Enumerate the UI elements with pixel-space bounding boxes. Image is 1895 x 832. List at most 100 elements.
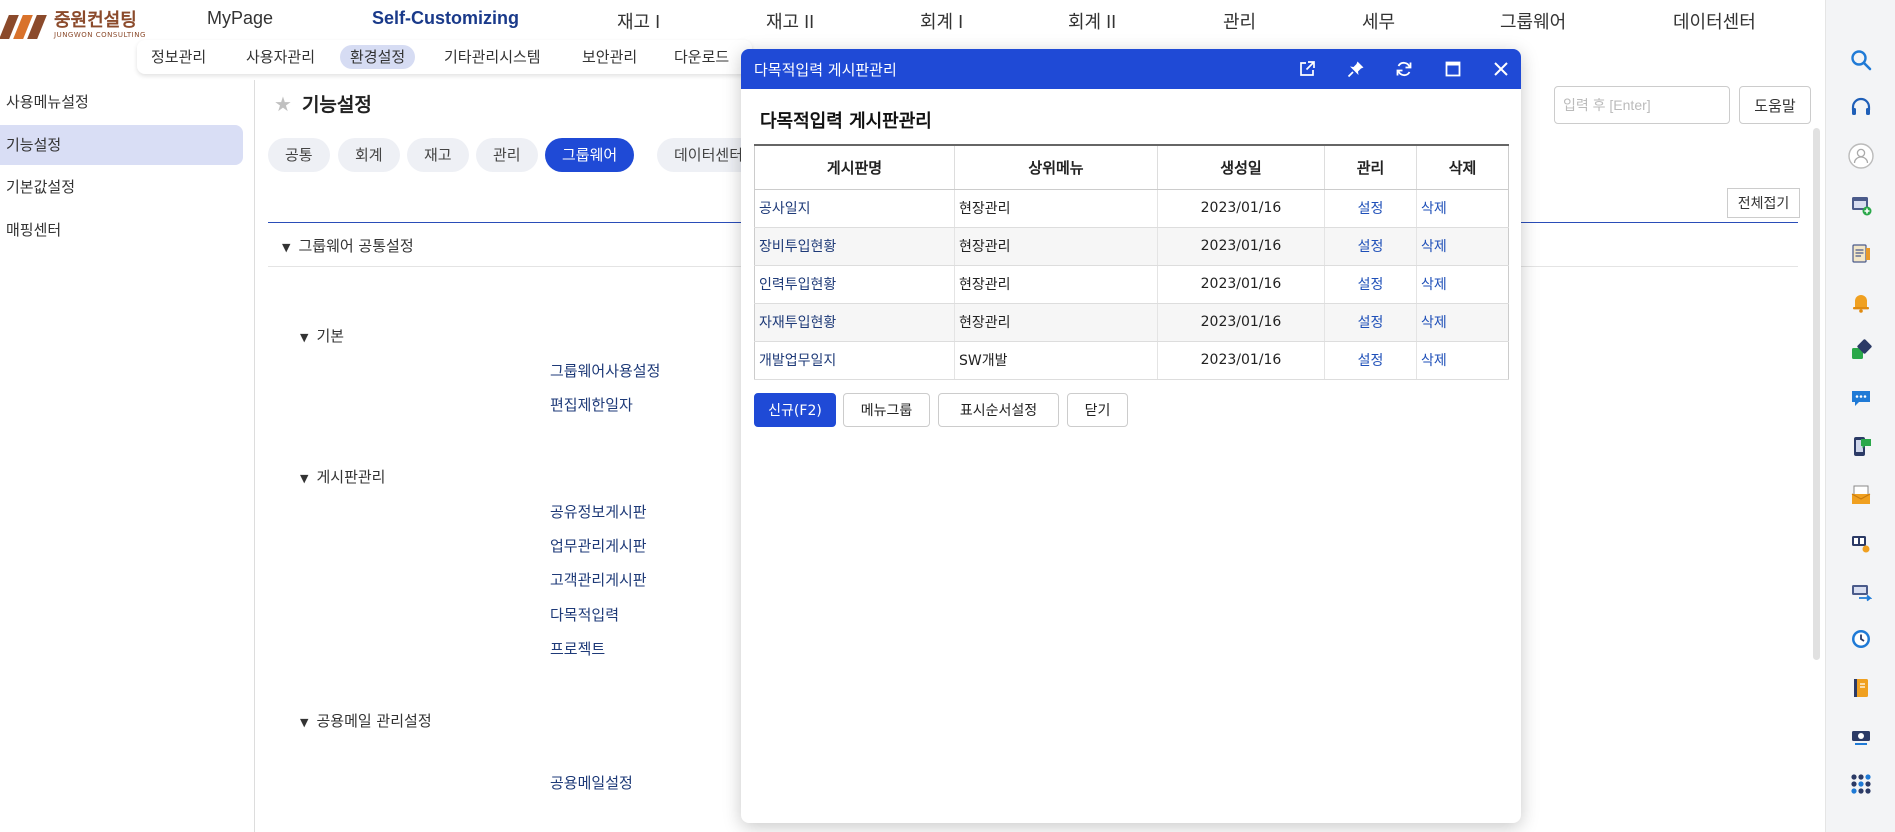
settings-link[interactable]: 설정	[1324, 341, 1417, 380]
table-row[interactable]: 장비투입현황 현장관리 2023/01/16 설정 삭제	[754, 227, 1509, 266]
tab-accounting[interactable]: 회계	[338, 138, 400, 172]
subnav-environment-settings[interactable]: 환경설정	[340, 45, 416, 69]
link-groupware-usage-settings[interactable]: 그룹웨어사용설정	[550, 360, 660, 381]
group-header-board-management[interactable]: ▼ 게시판관리	[300, 466, 385, 487]
apps-grid-icon[interactable]	[1848, 771, 1874, 797]
link-edit-restriction-date[interactable]: 편집제한일자	[550, 394, 633, 415]
transfer-icon[interactable]	[1848, 578, 1874, 604]
settings-link[interactable]: 설정	[1324, 189, 1417, 228]
subnav-security-management[interactable]: 보안관리	[572, 45, 647, 69]
mail-tray-icon[interactable]	[1848, 482, 1874, 508]
delete-link[interactable]: 삭제	[1416, 227, 1509, 266]
table-row[interactable]: 개발업무일지 SW개발 2023/01/16 설정 삭제	[754, 341, 1509, 380]
topnav-mypage[interactable]: MyPage	[207, 8, 273, 29]
search-icon[interactable]	[1848, 47, 1874, 73]
left-sidebar: 사용메뉴설정 기능설정 기본값설정 매핑센터	[0, 80, 255, 832]
close-button[interactable]: 닫기	[1067, 393, 1128, 427]
link-project[interactable]: 프로젝트	[550, 638, 605, 659]
favorite-star-icon[interactable]: ★	[274, 92, 292, 116]
refresh-icon[interactable]	[1392, 57, 1416, 81]
topnav-inventory-1[interactable]: 재고 I	[617, 8, 660, 34]
table-row[interactable]: 자재투입현황 현장관리 2023/01/16 설정 삭제	[754, 303, 1509, 342]
group-header-basic[interactable]: ▼ 기본	[300, 325, 344, 346]
delete-link[interactable]: 삭제	[1416, 189, 1509, 228]
settings-link[interactable]: 설정	[1324, 303, 1417, 342]
bell-icon[interactable]	[1848, 289, 1874, 315]
link-shared-mail-settings[interactable]: 공용메일설정	[550, 772, 633, 793]
notepad-icon[interactable]	[1848, 240, 1874, 266]
section-title: 그룹웨어 공통설정	[298, 237, 414, 255]
section-header[interactable]: ▼ 그룹웨어 공통설정	[282, 235, 414, 256]
open-new-window-icon[interactable]	[1295, 57, 1319, 81]
topnav-datacenter[interactable]: 데이터센터	[1673, 8, 1756, 34]
board-name-cell[interactable]: 자재투입현황	[754, 303, 955, 342]
caret-down-icon: ▼	[300, 331, 309, 344]
subnav-user-management[interactable]: 사용자관리	[236, 45, 325, 69]
group-header-shared-mail[interactable]: ▼ 공용메일 관리설정	[300, 710, 432, 731]
tab-inventory[interactable]: 재고	[407, 138, 469, 172]
new-button[interactable]: 신규(F2)	[754, 393, 836, 427]
topnav-tax[interactable]: 세무	[1362, 8, 1395, 34]
pin-icon[interactable]	[1344, 57, 1368, 81]
display-order-button[interactable]: 표시순서설정	[938, 393, 1059, 427]
tab-groupware[interactable]: 그룹웨어	[545, 138, 635, 172]
help-button[interactable]: 도움말	[1739, 86, 1811, 124]
chat-icon[interactable]	[1848, 385, 1874, 411]
sidebar-item-default-settings[interactable]: 기본값설정	[0, 167, 243, 207]
delete-link[interactable]: 삭제	[1416, 303, 1509, 342]
settings-link[interactable]: 설정	[1324, 227, 1417, 266]
delete-link[interactable]: 삭제	[1416, 265, 1509, 304]
link-shared-info-board[interactable]: 공유정보게시판	[550, 501, 647, 522]
subnav-other-systems[interactable]: 기타관리시스템	[434, 45, 551, 69]
table-row[interactable]: 인력투입현황 현장관리 2023/01/16 설정 삭제	[754, 265, 1509, 304]
topnav-self-customizing[interactable]: Self-Customizing	[372, 8, 519, 29]
column-header-board-name[interactable]: 게시판명	[754, 144, 955, 190]
logo-mark-icon	[0, 13, 50, 39]
subnav-info-management[interactable]: 정보관리	[141, 45, 216, 69]
book-icon[interactable]	[1848, 675, 1874, 701]
sidebar-item-mapping-center[interactable]: 매핑센터	[0, 210, 243, 250]
sidebar-item-feature-settings[interactable]: 기능설정	[0, 125, 243, 165]
main-scrollbar[interactable]	[1813, 128, 1820, 660]
topnav-management[interactable]: 관리	[1223, 8, 1256, 34]
dialog-header[interactable]: 다목적입력 게시판관리	[741, 49, 1521, 89]
tab-common[interactable]: 공통	[268, 138, 330, 172]
collapse-all-button[interactable]: 전체접기	[1727, 188, 1800, 218]
link-customer-management-board[interactable]: 고객관리게시판	[550, 569, 647, 590]
board-name-cell[interactable]: 장비투입현황	[754, 227, 955, 266]
money-icon[interactable]	[1848, 723, 1874, 749]
topnav-accounting-2[interactable]: 회계 II	[1068, 8, 1116, 34]
link-work-management-board[interactable]: 업무관리게시판	[550, 535, 647, 556]
maximize-icon[interactable]	[1441, 57, 1465, 81]
menu-group-button[interactable]: 메뉴그룹	[843, 393, 930, 427]
delete-link[interactable]: 삭제	[1416, 341, 1509, 380]
topnav-inventory-2[interactable]: 재고 II	[766, 8, 814, 34]
exchange-icon[interactable]	[1848, 337, 1874, 363]
search-input[interactable]	[1554, 86, 1730, 124]
clock-user-icon[interactable]	[1848, 530, 1874, 556]
user-icon[interactable]	[1848, 143, 1874, 169]
company-logo[interactable]: 중원컨설팅 JUNGWON CONSULTING	[0, 12, 146, 39]
column-header-created-date[interactable]: 생성일	[1157, 144, 1325, 190]
mobile-message-icon[interactable]	[1848, 433, 1874, 459]
table-row[interactable]: 공사일지 현장관리 2023/01/16 설정 삭제	[754, 189, 1509, 228]
headset-icon[interactable]	[1848, 95, 1874, 121]
tab-management[interactable]: 관리	[476, 138, 538, 172]
board-name-cell[interactable]: 개발업무일지	[754, 341, 955, 380]
subnav-download[interactable]: 다운로드	[664, 45, 739, 69]
close-icon[interactable]	[1489, 57, 1513, 81]
column-header-parent-menu[interactable]: 상위메뉴	[954, 144, 1158, 190]
topnav-groupware[interactable]: 그룹웨어	[1500, 8, 1566, 34]
column-header-delete: 삭제	[1416, 144, 1509, 190]
history-icon[interactable]	[1848, 626, 1874, 652]
topnav-accounting-1[interactable]: 회계 I	[920, 8, 963, 34]
parent-menu-cell: 현장관리	[954, 227, 1158, 266]
sidebar-item-menu-settings[interactable]: 사용메뉴설정	[0, 82, 243, 122]
logo-english-text: JUNGWON CONSULTING	[54, 31, 146, 39]
board-name-cell[interactable]: 인력투입현황	[754, 265, 955, 304]
board-name-cell[interactable]: 공사일지	[754, 189, 955, 228]
add-window-icon[interactable]	[1848, 192, 1874, 218]
settings-link[interactable]: 설정	[1324, 265, 1417, 304]
link-multipurpose-input[interactable]: 다목적입력	[550, 604, 619, 625]
right-icon-rail	[1825, 0, 1895, 832]
